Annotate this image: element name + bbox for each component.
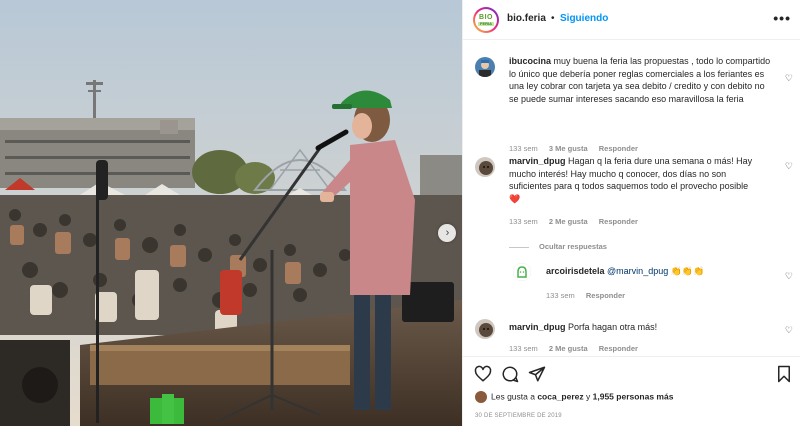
reply-button[interactable]: Responder (586, 291, 625, 300)
following-button[interactable]: Siguiendo (560, 13, 608, 24)
post-photo: › (0, 0, 462, 426)
reply-button[interactable]: Responder (599, 344, 638, 353)
comment-time[interactable]: 133 sem (509, 344, 538, 353)
post-sidebar: BIO FERIA bio.feria • Siguiendo ••• ibuc… (462, 0, 800, 426)
liker-avatar[interactable] (475, 391, 487, 403)
comment-icon[interactable] (501, 365, 519, 383)
hide-replies-button[interactable]: Ocultar respuestas (509, 242, 607, 251)
user-avatar-icon (475, 319, 495, 339)
logo-text-bottom: FERIA (478, 21, 494, 26)
profile-username[interactable]: bio.feria (507, 13, 546, 24)
divider-line (509, 246, 529, 248)
comment-likes[interactable]: 2 Me gusta (549, 217, 588, 226)
concert-photo (0, 0, 462, 426)
liker-username[interactable]: coca_perez (537, 391, 583, 401)
heart-emoji: ❤️ (509, 193, 521, 204)
comment-text: ibucocina muy buena la feria las propues… (509, 55, 771, 105)
reply-button[interactable]: Responder (599, 217, 638, 226)
chevron-right-icon: › (445, 226, 450, 239)
avatar[interactable] (513, 263, 531, 281)
heart-icon[interactable] (474, 365, 492, 383)
likes-join: y (586, 391, 591, 402)
arcoiris-avatar-icon (513, 263, 531, 281)
reply-button[interactable]: Responder (599, 144, 638, 153)
like-comment-icon[interactable]: ♡ (785, 161, 793, 172)
post-header: BIO FERIA bio.feria • Siguiendo ••• (463, 0, 800, 40)
comment-text: arcoirisdetela @marvin_dpug 👏👏👏 (546, 265, 772, 278)
hide-replies-label: Ocultar respuestas (539, 242, 607, 251)
comment-meta: 133 sem Responder (546, 291, 634, 300)
user-avatar-icon (475, 57, 495, 77)
like-comment-icon[interactable]: ♡ (785, 325, 793, 336)
avatar[interactable] (475, 157, 495, 177)
post-date[interactable]: 30 DE SEPTIEMBRE DE 2019 (475, 413, 562, 419)
comment-username[interactable]: arcoirisdetela (546, 266, 605, 276)
profile-avatar[interactable]: BIO FERIA (473, 7, 499, 33)
comment-meta: 133 sem 2 Me gusta Responder (509, 344, 647, 353)
comment-meta: 133 sem 2 Me gusta Responder (509, 217, 647, 226)
header-separator: • (551, 13, 555, 24)
share-icon[interactable] (528, 365, 546, 383)
comment-likes[interactable]: 3 Me gusta (549, 144, 588, 153)
comment-time[interactable]: 133 sem (546, 291, 575, 300)
user-avatar-icon (475, 157, 495, 177)
more-options-icon[interactable]: ••• (773, 10, 791, 26)
comment-body: Porfa hagan otra más! (568, 322, 658, 332)
like-comment-icon[interactable]: ♡ (785, 73, 793, 84)
likes-count[interactable]: 1,955 personas más (593, 391, 674, 401)
comment-username[interactable]: marvin_dpug (509, 322, 566, 332)
likes-summary: Les gusta a coca_perez y 1,955 personas … (475, 391, 673, 403)
avatar[interactable] (475, 319, 495, 339)
comment-time[interactable]: 133 sem (509, 217, 538, 226)
comment-username[interactable]: marvin_dpug (509, 156, 566, 166)
comments-list: ibucocina muy buena la feria las propues… (463, 41, 800, 356)
comment-text: marvin_dpug Hagan q la feria dure una se… (509, 155, 771, 205)
likes-prefix: Les gusta a (491, 391, 535, 402)
like-comment-icon[interactable]: ♡ (785, 271, 793, 282)
comment-time[interactable]: 133 sem (509, 144, 538, 153)
comment-username[interactable]: ibucocina (509, 56, 551, 66)
next-photo-button[interactable]: › (438, 224, 456, 242)
comment-body: @marvin_dpug 👏👏👏 (607, 266, 705, 276)
logo-text-top: BIO (479, 14, 493, 21)
comment-meta: 133 sem 3 Me gusta Responder (509, 144, 647, 153)
comment-likes[interactable]: 2 Me gusta (549, 344, 588, 353)
biofera-logo: BIO FERIA (475, 9, 497, 31)
post-actions: Les gusta a coca_perez y 1,955 personas … (463, 356, 800, 426)
bookmark-icon[interactable] (775, 365, 793, 383)
comment-text: marvin_dpug Porfa hagan otra más! (509, 321, 771, 334)
avatar[interactable] (475, 57, 495, 77)
